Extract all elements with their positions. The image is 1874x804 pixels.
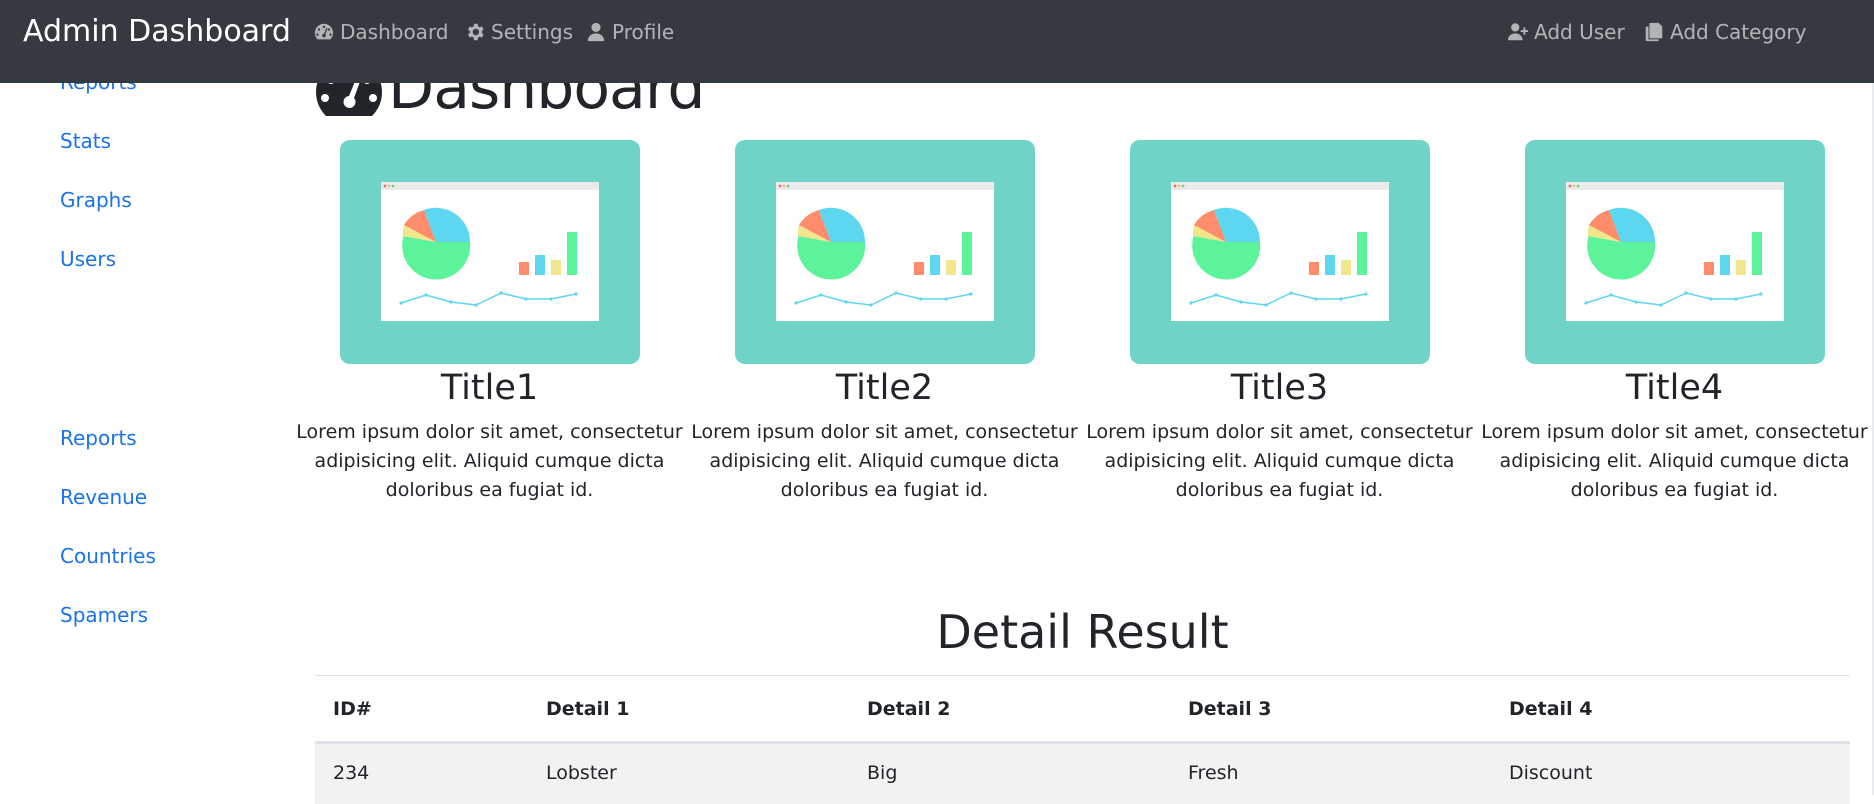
card-text: Lorem ipsum dolor sit amet, consectetur …: [296, 421, 683, 501]
detail-result-title: Detail Result: [936, 605, 1229, 659]
sidebar-item-reports[interactable]: Reports: [60, 426, 137, 450]
table-header-detail-3: Detail 3: [1188, 698, 1272, 720]
nav-item-settings[interactable]: Settings: [464, 20, 573, 44]
table-cell: Lobster: [546, 762, 617, 784]
nav-item-label: Settings: [491, 20, 574, 44]
card-text: Lorem ipsum dolor sit amet, consectetur …: [1086, 421, 1473, 501]
user-plus-icon: [1507, 23, 1529, 41]
sidebar-item-graphs[interactable]: Graphs: [60, 188, 132, 212]
add-category-label: Add Category: [1670, 20, 1807, 44]
copy-icon: [1645, 22, 1663, 42]
brand-title[interactable]: Admin Dashboard: [23, 14, 291, 49]
table-cell: Big: [867, 762, 898, 784]
dashboard-illustration: [1565, 182, 1784, 321]
tachometer-icon: [314, 23, 334, 40]
nav-item-label: Dashboard: [340, 20, 449, 44]
card-title: Title1: [440, 368, 539, 408]
card-title: Title4: [1625, 368, 1724, 408]
table-top-border: [315, 675, 1850, 676]
card-image: [1524, 140, 1825, 364]
sidebar-item-countries[interactable]: Countries: [60, 544, 156, 568]
table-cell: Fresh: [1188, 762, 1239, 784]
table-cell: Discount: [1509, 762, 1593, 784]
sidebar-item-users[interactable]: Users: [60, 247, 116, 271]
card: Title4 Lorem ipsum dolor sit amet, conse…: [1477, 140, 1872, 505]
card-image: [1129, 140, 1430, 364]
card-image: [339, 140, 640, 364]
dashboard-illustration: [1170, 182, 1389, 321]
table-header-detail-2: Detail 2: [867, 698, 951, 720]
dashboard-illustration: [775, 182, 994, 321]
add-user-label: Add User: [1534, 20, 1625, 44]
dashboard-illustration: [380, 182, 599, 321]
top-navbar: Admin Dashboard Dashboard Settings Profi…: [0, 0, 1874, 83]
user-icon: [587, 22, 605, 42]
card-title: Title2: [835, 368, 934, 408]
add-category-button[interactable]: Add Category: [1643, 20, 1806, 44]
card-image: [734, 140, 1035, 364]
card: Title3 Lorem ipsum dolor sit amet, conse…: [1082, 140, 1477, 505]
sidebar-item-revenue[interactable]: Revenue: [60, 485, 147, 509]
card-title: Title3: [1230, 368, 1329, 408]
sidebar-item-stats[interactable]: Stats: [60, 129, 111, 153]
gear-icon: [467, 23, 484, 41]
nav-item-dashboard[interactable]: Dashboard: [313, 20, 449, 44]
card-text: Lorem ipsum dolor sit amet, consectetur …: [1481, 421, 1868, 501]
card-text: Lorem ipsum dolor sit amet, consectetur …: [691, 421, 1078, 501]
table-cell: 234: [333, 762, 370, 784]
nav-item-label: Profile: [612, 20, 675, 44]
add-user-button[interactable]: Add User: [1507, 20, 1625, 44]
nav-item-profile[interactable]: Profile: [585, 20, 674, 44]
sidebar-item-spamers[interactable]: Spamers: [60, 603, 148, 627]
table-header-detail-4: Detail 4: [1509, 698, 1593, 720]
card: Title2 Lorem ipsum dolor sit amet, conse…: [687, 140, 1082, 505]
card: Title1 Lorem ipsum dolor sit amet, conse…: [292, 140, 687, 505]
table-header-detail-1: Detail 1: [546, 698, 630, 720]
table-header-id: ID#: [333, 698, 372, 720]
